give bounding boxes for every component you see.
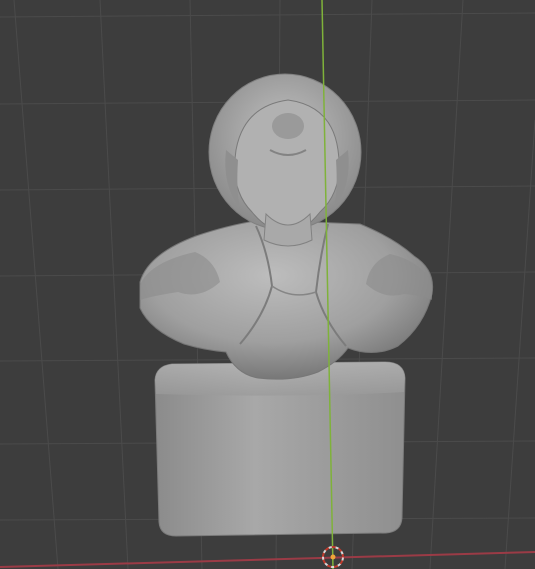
sculpture-bust[interactable] — [139, 73, 434, 380]
x-axis-line — [0, 551, 535, 568]
origin-point — [330, 554, 336, 560]
viewport-canvas[interactable] — [0, 0, 535, 569]
3d-viewport[interactable] — [0, 0, 535, 569]
pedestal-block[interactable] — [154, 361, 406, 537]
